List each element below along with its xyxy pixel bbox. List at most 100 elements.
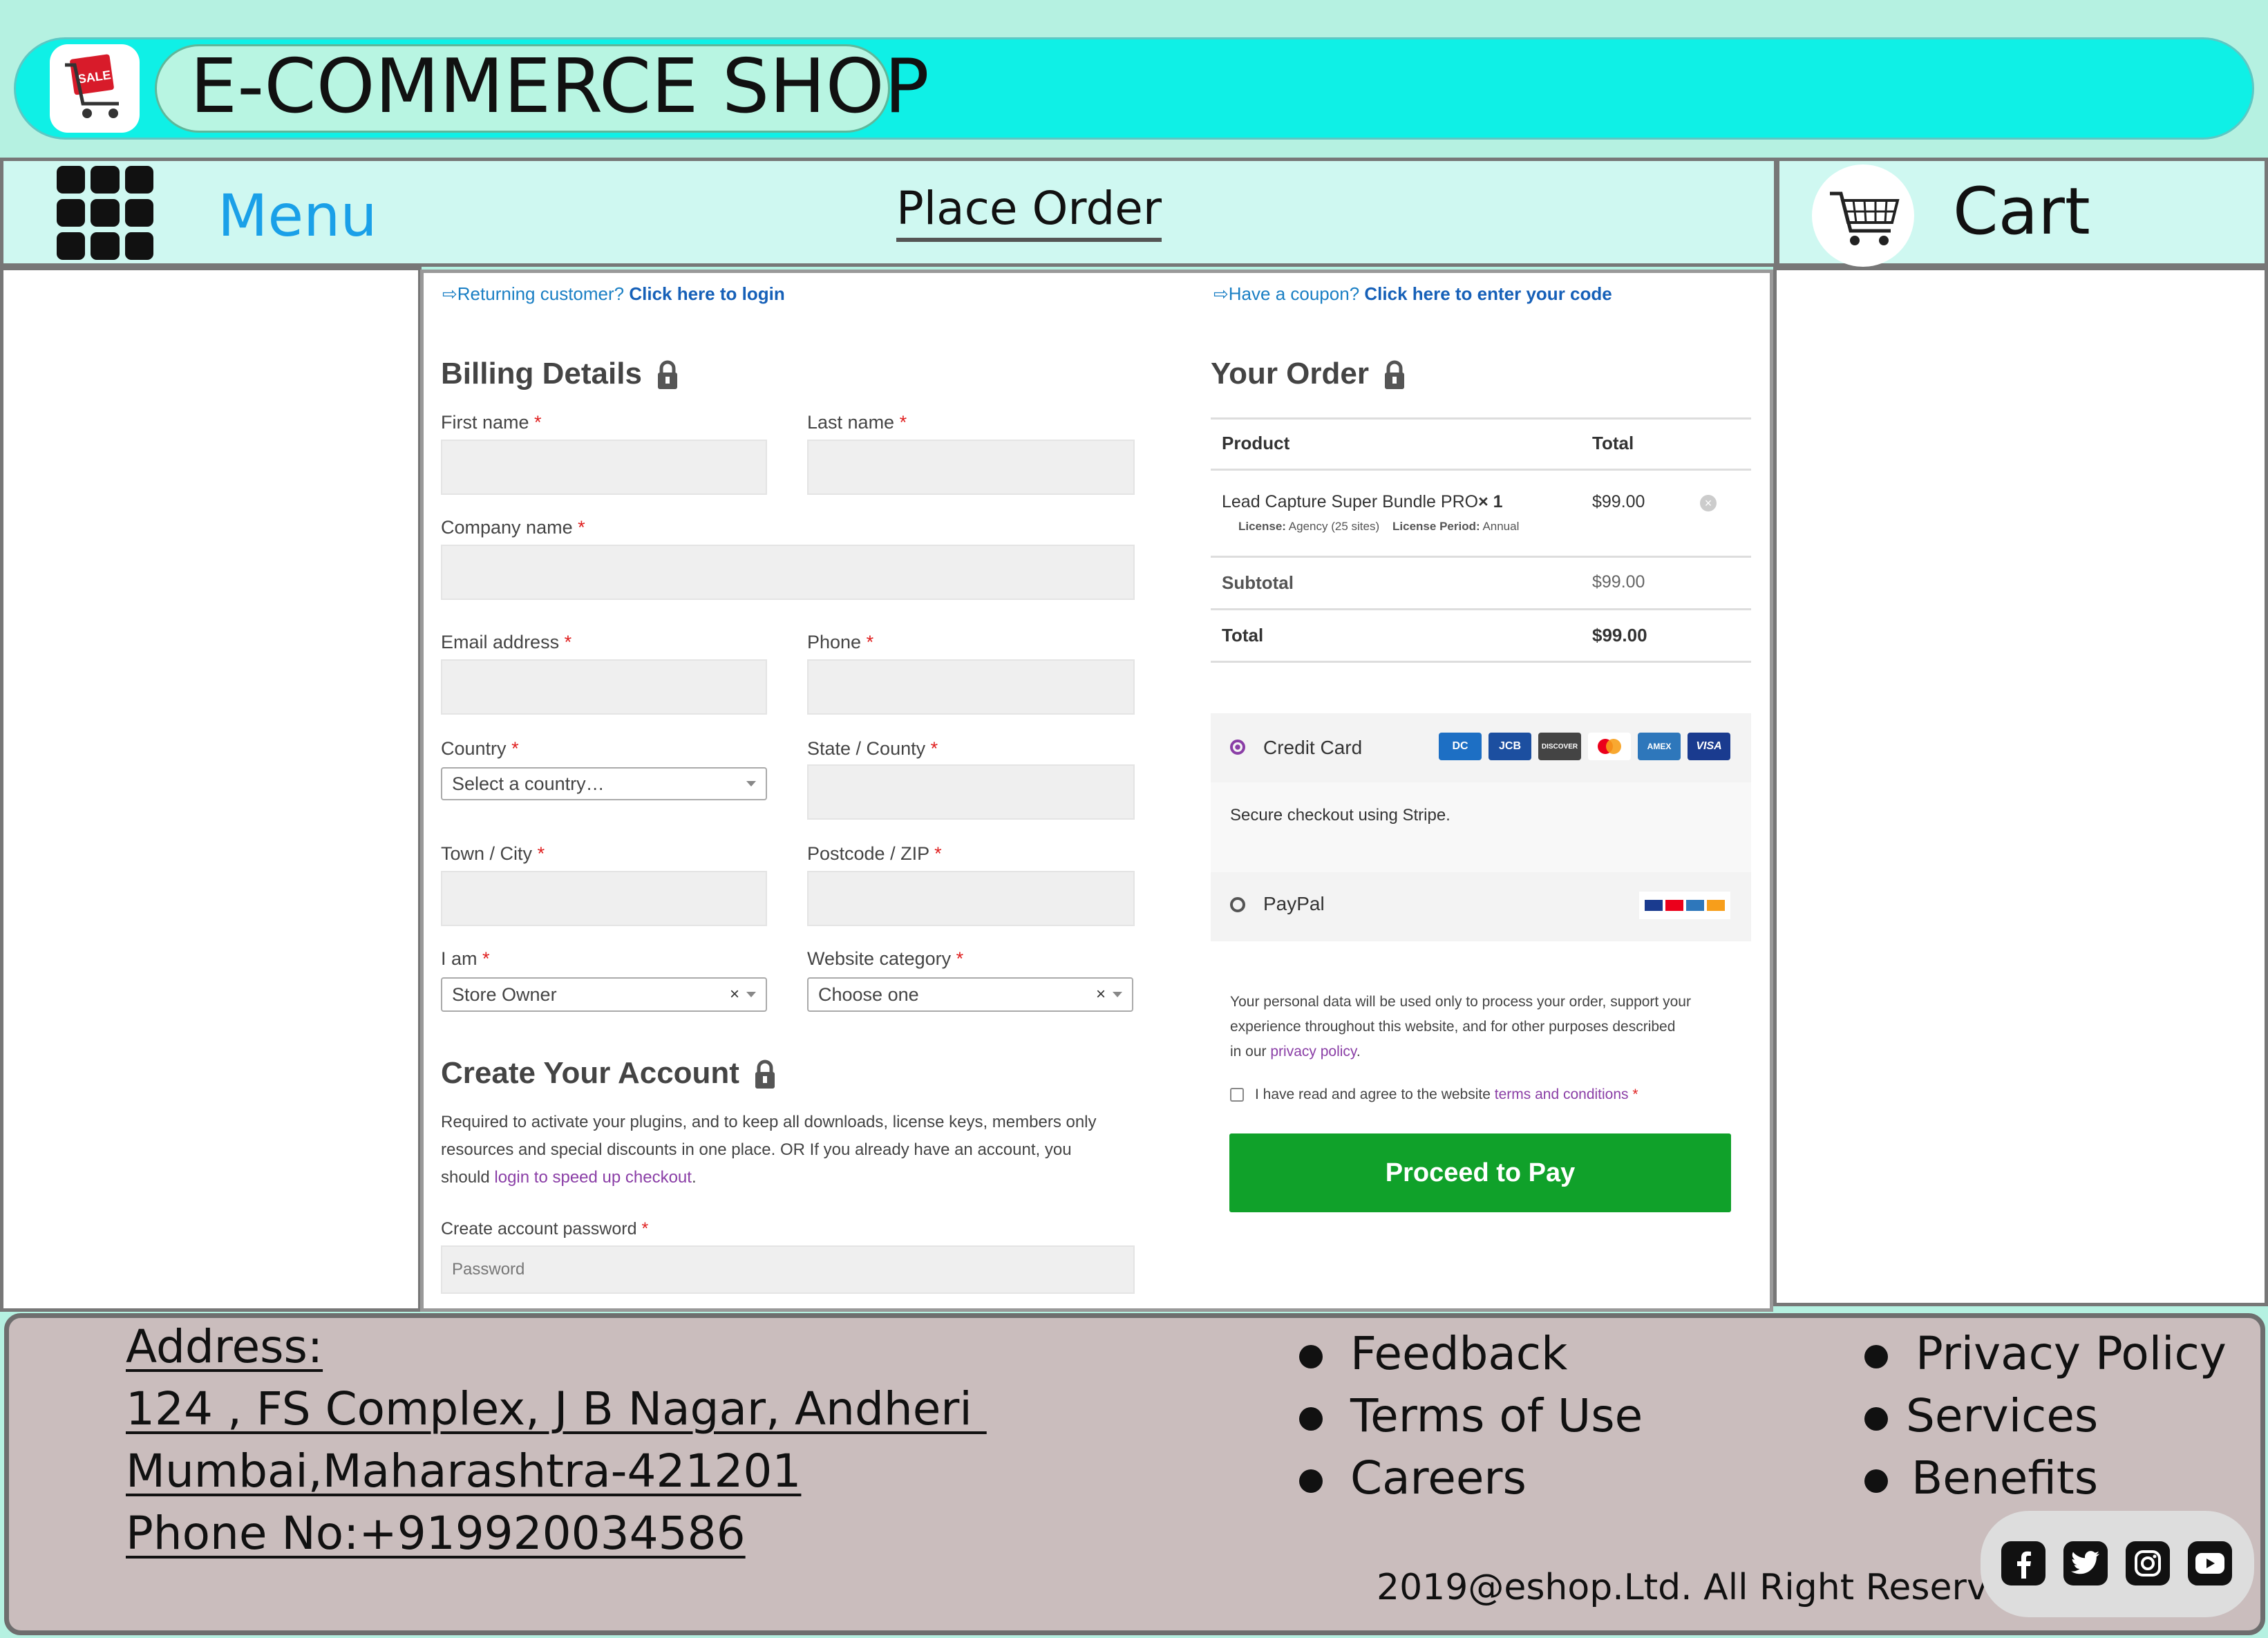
privacy-policy-link[interactable]: privacy policy <box>1270 1044 1356 1060</box>
footer-links-col1: Feedback Terms of Use Careers <box>1299 1323 1643 1509</box>
lock-icon <box>755 1060 775 1089</box>
social-icons <box>2001 1541 2232 1585</box>
jcb-icon: JCB <box>1489 733 1531 760</box>
company-input[interactable] <box>441 545 1135 600</box>
address-line-1: 124 , FS Complex, J B Nagar, Andheri <box>126 1382 987 1435</box>
terms-link[interactable]: terms and conditions <box>1495 1086 1629 1102</box>
lock-icon <box>658 360 678 390</box>
footer-link-benefits[interactable]: Benefits <box>1864 1447 2227 1509</box>
cart-button[interactable] <box>1812 164 1914 267</box>
coupon-notice: ⇨Have a coupon? Click here to enter your… <box>1213 283 1612 304</box>
credit-card-description-box <box>1211 782 1751 872</box>
subtotal-label: Subtotal <box>1222 572 1294 593</box>
total-value: $99.00 <box>1592 625 1647 646</box>
billing-heading: Billing Details <box>441 357 679 391</box>
password-input[interactable]: Password <box>441 1245 1135 1294</box>
first-name-label: First name * <box>441 412 542 433</box>
website-category-label: Website category * <box>807 948 964 969</box>
subtotal-value: $99.00 <box>1592 572 1645 592</box>
copyright: 2019@eshop.Ltd. All Right Reserved <box>1377 1567 2033 1608</box>
product-column-header: Product <box>1222 433 1290 453</box>
state-input[interactable] <box>807 764 1135 820</box>
amex-icon: AMEX <box>1638 733 1681 760</box>
card-logos: DC JCB DISCOVER AMEX VISA <box>1439 733 1730 760</box>
account-heading: Create Your Account <box>441 1056 777 1091</box>
left-sidebar <box>0 267 422 1312</box>
footer-link-feedback[interactable]: Feedback <box>1299 1323 1643 1385</box>
menu-link[interactable]: Menu <box>218 181 377 250</box>
iam-select[interactable]: Store Owner × <box>441 977 767 1012</box>
page-title: Place Order <box>896 181 1162 242</box>
order-item-name: Lead Capture Super Bundle PRO× 1 <box>1222 492 1503 511</box>
email-input[interactable] <box>441 659 767 715</box>
right-sidebar <box>1773 267 2268 1306</box>
address-block: Address: 124 , FS Complex, J B Nagar, An… <box>126 1316 987 1565</box>
youtube-icon[interactable] <box>2188 1541 2232 1585</box>
total-label: Total <box>1222 625 1264 646</box>
last-name-label: Last name * <box>807 412 907 433</box>
country-select[interactable]: Select a country… <box>441 767 767 800</box>
menu-grid-icon[interactable] <box>57 166 153 260</box>
divider <box>1211 661 1751 663</box>
phone-label: Phone * <box>807 632 874 652</box>
remove-item-icon[interactable]: × <box>1700 495 1717 511</box>
divider <box>1211 608 1751 610</box>
iam-label: I am * <box>441 948 490 969</box>
chevron-down-icon <box>746 781 756 787</box>
clear-icon: × <box>1095 985 1106 1004</box>
divider <box>1211 417 1751 420</box>
coupon-link[interactable]: Click here to enter your code <box>1364 283 1612 304</box>
instagram-icon[interactable] <box>2126 1541 2170 1585</box>
chevron-down-icon <box>746 992 756 997</box>
paypal-cards-icon <box>1639 892 1730 919</box>
phone-number: Phone No:+919920034586 <box>126 1507 746 1560</box>
proceed-to-pay-button[interactable]: Proceed to Pay <box>1229 1133 1731 1212</box>
footer-link-careers[interactable]: Careers <box>1299 1447 1643 1509</box>
postcode-input[interactable] <box>807 871 1135 926</box>
terms-label: I have read and agree to the website ter… <box>1255 1086 1638 1102</box>
company-label: Company name * <box>441 517 585 538</box>
town-label: Town / City * <box>441 843 545 864</box>
country-label: Country * <box>441 738 519 759</box>
footer-links-col2: Privacy Policy Services Benefits <box>1864 1323 2227 1509</box>
state-label: State / County * <box>807 738 938 759</box>
clear-icon: × <box>729 985 739 1004</box>
cart-link[interactable]: Cart <box>1953 174 2090 250</box>
total-column-header: Total <box>1592 433 1634 453</box>
visa-icon: VISA <box>1688 733 1730 760</box>
footer-link-services[interactable]: Services <box>1864 1385 2227 1447</box>
returning-customer-notice: ⇨Returning customer? Click here to login <box>442 283 785 304</box>
account-description: Required to activate your plugins, and t… <box>441 1113 1097 1187</box>
shopping-cart-sale-icon: SALE <box>65 54 119 118</box>
town-input[interactable] <box>441 871 767 926</box>
diners-club-icon: DC <box>1439 733 1482 760</box>
site-title: E-COMMERCE SHOP <box>190 44 929 130</box>
login-link[interactable]: Click here to login <box>629 283 784 304</box>
phone-input[interactable] <box>807 659 1135 715</box>
divider <box>1211 556 1751 558</box>
paypal-radio[interactable] <box>1230 897 1245 912</box>
footer-link-privacy[interactable]: Privacy Policy <box>1864 1323 2227 1385</box>
terms-checkbox[interactable] <box>1230 1088 1244 1102</box>
facebook-icon[interactable] <box>2001 1541 2045 1585</box>
paypal-label: PayPal <box>1263 893 1325 914</box>
lock-icon <box>1385 360 1405 390</box>
last-name-input[interactable] <box>807 440 1135 495</box>
shop-logo[interactable]: SALE <box>50 44 140 133</box>
email-label: Email address * <box>441 632 572 652</box>
mastercard-icon <box>1588 733 1631 760</box>
address-heading: Address: <box>126 1320 323 1373</box>
divider <box>1211 469 1751 471</box>
discover-icon: DISCOVER <box>1538 733 1581 760</box>
chevron-down-icon <box>1113 992 1122 997</box>
login-checkout-link[interactable]: login to speed up checkout <box>494 1168 692 1187</box>
website-category-select[interactable]: Choose one × <box>807 977 1133 1012</box>
credit-card-label: Credit Card <box>1263 737 1363 758</box>
cart-icon <box>1830 191 1900 245</box>
privacy-notice: Your personal data will be used only to … <box>1230 994 1691 1060</box>
first-name-input[interactable] <box>441 440 767 495</box>
credit-card-radio[interactable] <box>1230 740 1245 755</box>
twitter-icon[interactable] <box>2063 1541 2108 1585</box>
footer-link-terms[interactable]: Terms of Use <box>1299 1385 1643 1447</box>
order-heading: Your Order <box>1211 357 1406 391</box>
